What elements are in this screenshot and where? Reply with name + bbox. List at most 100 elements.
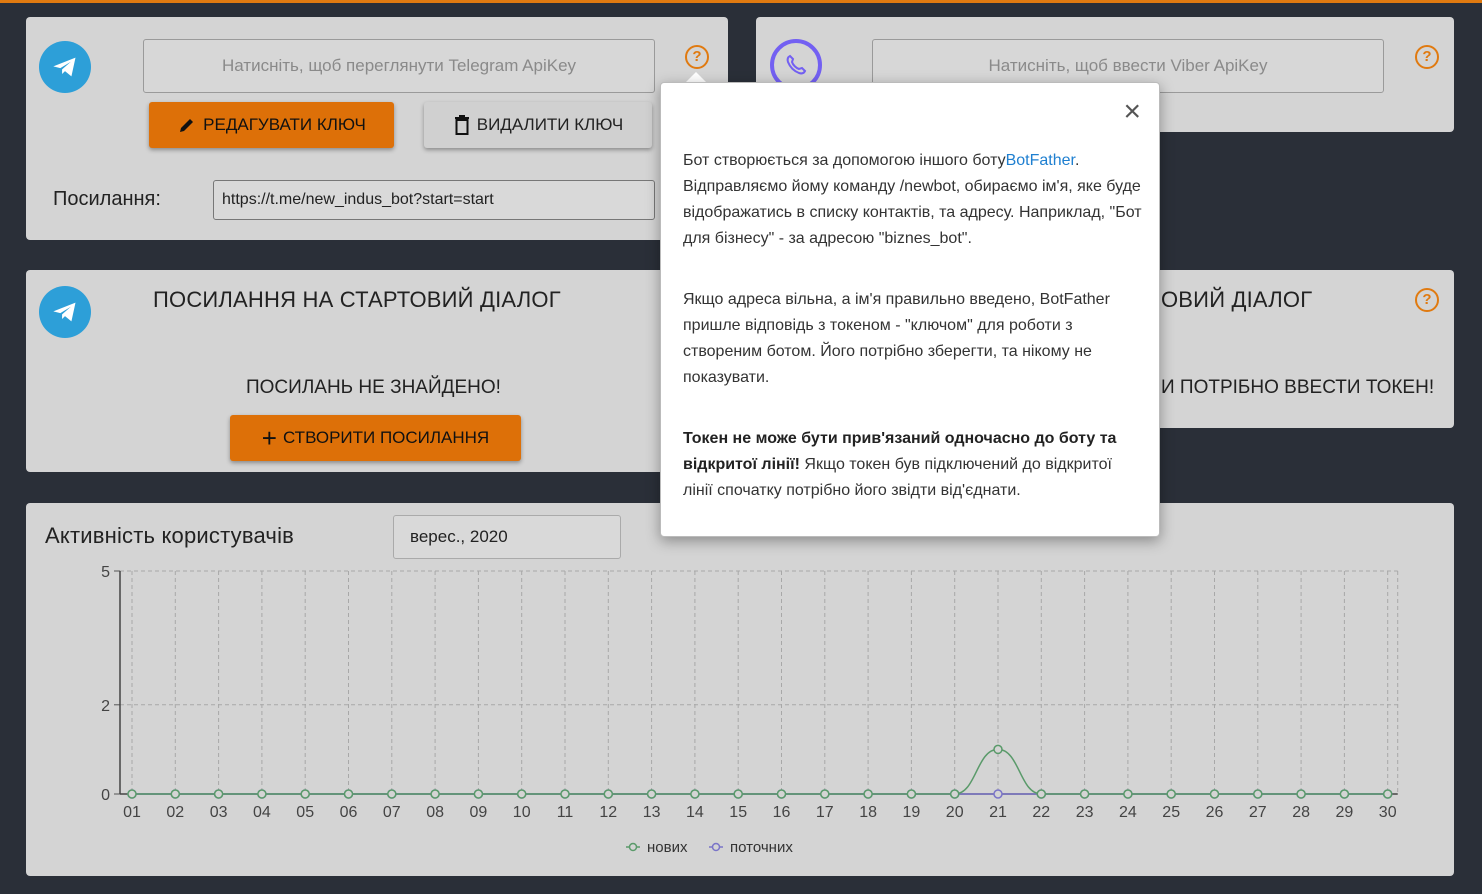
data-point xyxy=(343,789,354,799)
data-point xyxy=(560,789,570,799)
help-icon[interactable]: ? xyxy=(685,45,709,69)
x-tick-label: 27 xyxy=(1249,804,1267,821)
x-tick-label: 10 xyxy=(513,804,531,821)
x-tick-label: 03 xyxy=(210,804,228,821)
telegram-icon xyxy=(39,286,91,338)
x-tick-label: 11 xyxy=(557,804,574,821)
x-tick-label: 12 xyxy=(599,804,617,821)
data-point xyxy=(1209,789,1220,799)
x-tick-label: 28 xyxy=(1292,804,1310,821)
edit-key-button[interactable]: РЕДАГУВАТИ КЛЮЧ xyxy=(149,102,394,148)
x-tick-label: 07 xyxy=(383,804,401,821)
token-required-text: И ПОТРІБНО ВВЕСТИ ТОКЕН! xyxy=(1161,377,1435,398)
data-point xyxy=(690,789,700,799)
data-point xyxy=(516,789,527,799)
top-accent-bar xyxy=(0,0,1482,3)
x-tick-label: 18 xyxy=(859,804,877,821)
legend-label: поточних xyxy=(730,839,793,856)
telegram-apikey-field[interactable]: Натисніть, щоб переглянути Telegram ApiK… xyxy=(143,39,655,93)
data-point xyxy=(603,789,614,799)
data-point xyxy=(776,789,787,799)
trash-icon xyxy=(454,115,469,135)
x-tick-label: 16 xyxy=(773,804,791,821)
x-tick-label: 29 xyxy=(1336,804,1354,821)
create-link-button[interactable]: + СТВОРИТИ ПОСИЛАННЯ xyxy=(230,415,521,461)
x-tick-label: 21 xyxy=(989,804,1007,821)
help-icon[interactable]: ? xyxy=(1415,288,1439,312)
x-tick-label: 06 xyxy=(340,804,358,821)
legend-label: нових xyxy=(647,839,688,856)
x-tick-label: 13 xyxy=(643,804,661,821)
x-tick-label: 08 xyxy=(426,804,444,821)
y-tick-label: 0 xyxy=(101,787,110,804)
legend-marker xyxy=(711,842,721,852)
botfather-link[interactable]: BotFather xyxy=(1006,152,1075,169)
x-tick-label: 05 xyxy=(296,804,314,821)
data-point xyxy=(473,789,484,799)
user-activity-card: Активність користувачів верес., 2020 025… xyxy=(26,503,1454,876)
data-point xyxy=(863,789,873,799)
data-point xyxy=(820,789,830,799)
data-point xyxy=(949,789,960,799)
x-tick-label: 30 xyxy=(1379,804,1397,821)
bot-link-field[interactable]: https://t.me/new_indus_bot?start=start xyxy=(213,180,655,220)
popover-paragraph-3: Токен не може бути прив'язаний одночасно… xyxy=(683,426,1143,504)
activity-chart: 02501 02 03 04 05 06 07 08 09 10 11 12 13 14 15 16 17 18 1… xyxy=(101,564,1399,856)
x-tick-label: 20 xyxy=(946,804,964,821)
data-point xyxy=(993,789,1003,799)
x-tick-label: 23 xyxy=(1076,804,1094,821)
data-point xyxy=(646,789,657,799)
data-point xyxy=(1166,789,1176,799)
data-point xyxy=(387,789,397,799)
data-point xyxy=(213,789,224,799)
plus-icon: + xyxy=(261,423,277,453)
x-tick-label: 25 xyxy=(1162,804,1180,821)
popover-paragraph-1: Бот створюється за допомогою іншого боту… xyxy=(683,148,1143,252)
data-point xyxy=(170,789,181,799)
telegram-icon xyxy=(39,41,91,93)
link-label: Посилання: xyxy=(53,188,161,210)
data-point xyxy=(1382,789,1393,799)
data-point xyxy=(906,789,917,799)
help-popover: × Бот створюється за допомогою іншого бо… xyxy=(660,82,1160,537)
data-point xyxy=(733,789,743,799)
start-dialog-title: ПОСИЛАННЯ НА СТАРТОВИЙ ДІАЛОГ xyxy=(153,287,561,312)
help-icon[interactable]: ? xyxy=(1415,45,1439,69)
data-point xyxy=(1079,789,1090,799)
x-tick-label: 24 xyxy=(1119,804,1137,821)
x-tick-label: 14 xyxy=(686,804,704,821)
data-point xyxy=(127,789,137,799)
y-tick-label: 2 xyxy=(101,698,110,715)
x-tick-label: 09 xyxy=(470,804,488,821)
x-tick-label: 15 xyxy=(729,804,747,821)
y-tick-label: 5 xyxy=(101,564,110,581)
popover-text: Бот створюється за допомогою іншого боту xyxy=(683,152,1006,169)
popover-paragraph-2: Якщо адреса вільна, а ім'я правильно вве… xyxy=(683,291,1110,386)
edit-key-label: РЕДАГУВАТИ КЛЮЧ xyxy=(203,115,366,134)
data-point xyxy=(1339,789,1350,799)
data-point xyxy=(1296,789,1306,799)
pencil-icon xyxy=(180,119,194,132)
legend-marker xyxy=(628,842,638,852)
delete-key-button[interactable]: ВИДАЛИТИ КЛЮЧ xyxy=(424,102,652,148)
x-tick-label: 04 xyxy=(253,804,271,821)
series-line xyxy=(131,748,1388,795)
viber-dialog-title: ОВИЙ ДІАЛОГ xyxy=(1161,287,1313,312)
data-point xyxy=(300,789,310,799)
x-tick-label: 22 xyxy=(1032,804,1050,821)
create-link-label: СТВОРИТИ ПОСИЛАННЯ xyxy=(282,428,490,447)
no-links-text: ПОСИЛАНЬ НЕ ЗНАЙДЕНО! xyxy=(246,377,501,398)
x-tick-label: 19 xyxy=(903,804,921,821)
telegram-start-dialog-card: ПОСИЛАННЯ НА СТАРТОВИЙ ДІАЛОГ ПОСИЛАНЬ Н… xyxy=(26,270,728,472)
x-tick-label: 26 xyxy=(1206,804,1224,821)
close-icon[interactable]: × xyxy=(1123,97,1141,127)
data-point xyxy=(257,789,267,799)
data-point xyxy=(1253,789,1263,799)
data-point xyxy=(1123,789,1133,799)
x-tick-label: 02 xyxy=(166,804,184,821)
telegram-key-card: Натисніть, щоб переглянути Telegram ApiK… xyxy=(26,17,728,240)
data-point xyxy=(1036,789,1047,799)
x-tick-label: 17 xyxy=(816,804,834,821)
x-tick-label: 01 xyxy=(123,804,141,821)
data-point xyxy=(993,744,1003,755)
